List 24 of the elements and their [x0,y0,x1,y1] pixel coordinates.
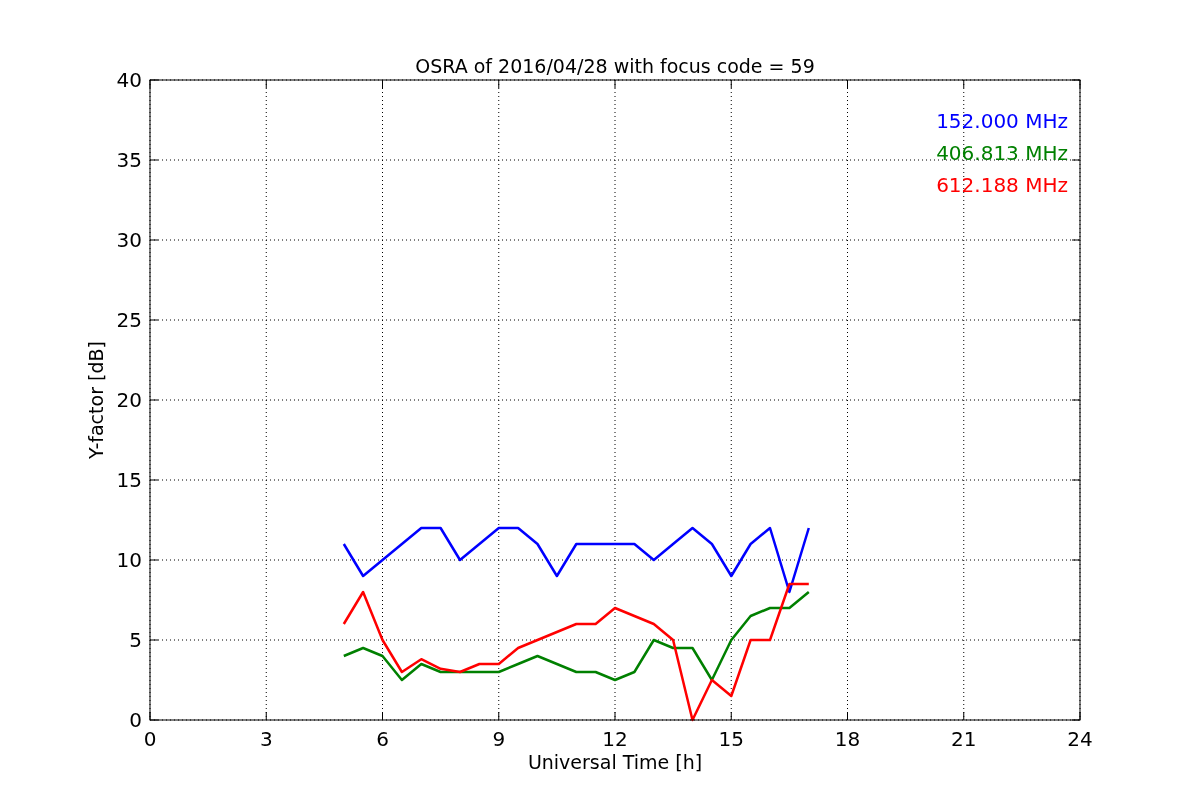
chart-title: OSRA of 2016/04/28 with focus code = 59 [415,55,815,77]
x-tick-label: 0 [143,727,157,751]
y-tick-label: 0 [129,708,142,732]
x-tick-label: 6 [376,727,389,751]
x-tick-label: 3 [259,727,273,751]
y-tick-label: 5 [129,628,142,652]
y-tick-label: 40 [116,68,142,92]
legend-label: 406.813 MHz [936,141,1068,165]
x-tick-label: 24 [1067,727,1093,751]
x-tick-label: 9 [492,727,506,751]
x-tick-label: 21 [951,727,977,751]
y-tick-label: 25 [116,308,142,332]
y-tick-label: 35 [116,148,142,172]
x-tick-label: 15 [718,727,744,751]
y-tick-label: 20 [116,388,142,412]
y-tick-label: 15 [116,468,142,492]
y-tick-label: 30 [116,228,142,252]
y-axis-label: Y-factor [dB] [85,341,107,459]
x-tick-label: 12 [602,727,628,751]
y-tick-label: 10 [116,548,142,572]
legend-label: 612.188 MHz [936,173,1068,197]
x-axis-label: Universal Time [h] [527,751,703,773]
x-tick-label: 18 [834,727,861,751]
legend-label: 152.000 MHz [936,109,1068,133]
